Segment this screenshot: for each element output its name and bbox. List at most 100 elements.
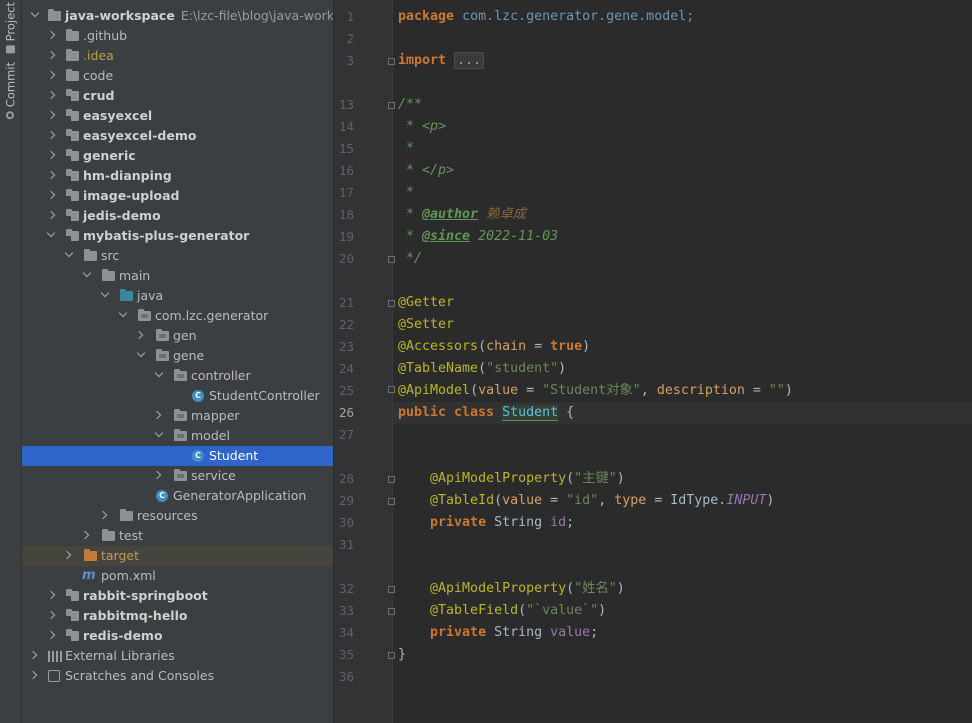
expand-arrow-icon[interactable] [46, 70, 56, 80]
tree-item-target[interactable]: target [22, 546, 333, 566]
tree-item-jedis-demo[interactable]: jedis-demo [22, 206, 333, 226]
expand-arrow-icon[interactable] [28, 670, 38, 680]
code-line-17: * [398, 185, 415, 200]
expand-arrow-icon[interactable] [152, 470, 162, 480]
tree-item-service[interactable]: service [22, 466, 333, 486]
expand-arrow-icon[interactable] [118, 308, 128, 318]
tree-item-easyexcel[interactable]: easyexcel [22, 106, 333, 126]
folder-icon [66, 49, 79, 61]
tree-item-student[interactable]: C Student [22, 446, 333, 466]
expand-arrow-icon[interactable] [30, 8, 40, 18]
fold-marker-icon[interactable] [388, 256, 395, 263]
tree-item-generator-application[interactable]: C GeneratorApplication [22, 486, 333, 506]
expand-arrow-icon[interactable] [82, 268, 92, 278]
tree-item-test[interactable]: test [22, 526, 333, 546]
fold-marker-icon[interactable] [388, 498, 395, 505]
expand-arrow-icon[interactable] [136, 348, 146, 358]
tree-item-label: StudentController [209, 388, 320, 403]
tree-item-label: image-upload [83, 188, 180, 203]
expand-arrow-icon[interactable] [154, 368, 164, 378]
module-folder-icon [66, 129, 79, 141]
tree-item-controller[interactable]: controller [22, 366, 333, 386]
expand-arrow-icon[interactable] [46, 110, 56, 120]
tree-root[interactable]: java-workspace E:\lzc-file\blog\java-work… [22, 6, 333, 26]
tree-item-rabbit-springboot[interactable]: rabbit-springboot [22, 586, 333, 606]
code-line-33: @TableField("`value`") [430, 603, 607, 618]
tree-item-mybatis-plus-generator[interactable]: mybatis-plus-generator [22, 226, 333, 246]
fold-marker-icon[interactable] [388, 102, 395, 109]
code-line-24: @TableName("student") [398, 361, 567, 376]
tree-item-code[interactable]: code [22, 66, 333, 86]
fold-marker-icon[interactable] [388, 476, 395, 483]
tree-item-main[interactable]: main [22, 266, 333, 286]
class-name-identifier[interactable]: Student [502, 405, 559, 421]
expand-arrow-icon[interactable] [46, 228, 56, 238]
expand-arrow-icon[interactable] [28, 650, 38, 660]
tree-item-resources[interactable]: resources [22, 506, 333, 526]
tree-item-github[interactable]: .github [22, 26, 333, 46]
line-number: 22 [338, 317, 354, 332]
expand-arrow-icon[interactable] [46, 30, 56, 40]
package-icon [174, 469, 187, 481]
tree-item-student-controller[interactable]: C StudentController [22, 386, 333, 406]
expand-arrow-icon[interactable] [46, 90, 56, 100]
expand-arrow-icon[interactable] [46, 130, 56, 140]
commit-tool-tab[interactable]: Commit [2, 62, 19, 120]
fold-marker-icon[interactable] [388, 58, 395, 65]
line-number: 20 [338, 251, 354, 266]
fold-marker-icon[interactable] [388, 300, 395, 307]
tree-item-rabbitmq-hello[interactable]: rabbitmq-hello [22, 606, 333, 626]
tree-item-java[interactable]: java [22, 286, 333, 306]
folder-icon [6, 45, 15, 54]
expand-arrow-icon[interactable] [100, 288, 110, 298]
tree-item-crud[interactable]: crud [22, 86, 333, 106]
expand-arrow-icon[interactable] [46, 170, 56, 180]
tree-item-label: hm-dianping [83, 168, 172, 183]
expand-arrow-icon[interactable] [46, 590, 56, 600]
folder-icon [48, 9, 61, 21]
project-tool-tab[interactable]: Project [2, 2, 19, 54]
expand-arrow-icon[interactable] [134, 330, 144, 340]
tree-item-label: gene [173, 348, 205, 363]
tree-item-external-libraries[interactable]: External Libraries [22, 646, 333, 666]
tree-item-redis-demo[interactable]: redis-demo [22, 626, 333, 646]
expand-arrow-icon[interactable] [46, 610, 56, 620]
line-number: 23 [338, 339, 354, 354]
tree-item-gen[interactable]: gen [22, 326, 333, 346]
package-icon [138, 309, 151, 321]
commit-icon [6, 111, 15, 120]
tree-item-hm-dianping[interactable]: hm-dianping [22, 166, 333, 186]
expand-arrow-icon[interactable] [62, 550, 72, 560]
tree-item-generic[interactable]: generic [22, 146, 333, 166]
tree-item-gene[interactable]: gene [22, 346, 333, 366]
expand-arrow-icon[interactable] [46, 50, 56, 60]
expand-arrow-icon[interactable] [80, 530, 90, 540]
fold-marker-icon[interactable] [388, 386, 395, 393]
expand-arrow-icon[interactable] [152, 410, 162, 420]
fold-marker-icon[interactable] [388, 652, 395, 659]
fold-marker-icon[interactable] [388, 586, 395, 593]
expand-arrow-icon[interactable] [64, 248, 74, 258]
fold-marker-icon[interactable] [388, 608, 395, 615]
expand-arrow-icon[interactable] [154, 428, 164, 438]
tree-item-pom-xml[interactable]: m pom.xml [22, 566, 333, 586]
tree-item-mapper[interactable]: mapper [22, 406, 333, 426]
tree-item-idea[interactable]: .idea [22, 46, 333, 66]
expand-arrow-icon[interactable] [98, 510, 108, 520]
tree-item-com-lzc-generator[interactable]: com.lzc.generator [22, 306, 333, 326]
expand-arrow-icon[interactable] [46, 150, 56, 160]
import-fold-button[interactable]: ... [454, 52, 485, 69]
tree-item-easyexcel-demo[interactable]: easyexcel-demo [22, 126, 333, 146]
project-tree[interactable]: java-workspace E:\lzc-file\blog\java-work… [22, 0, 333, 723]
tree-item-model[interactable]: model [22, 426, 333, 446]
expand-arrow-icon[interactable] [46, 190, 56, 200]
line-number: 35 [338, 647, 354, 662]
expand-arrow-icon[interactable] [46, 210, 56, 220]
tree-item-label: easyexcel-demo [83, 128, 197, 143]
expand-arrow-icon[interactable] [46, 630, 56, 640]
code-editor[interactable]: 1 2 3 13 14 15 16 17 18 19 20 21 22 23 2… [334, 0, 972, 723]
tree-item-image-upload[interactable]: image-upload [22, 186, 333, 206]
tree-item-scratches[interactable]: Scratches and Consoles [22, 666, 333, 686]
tree-item-label: java [137, 288, 164, 303]
tree-item-src[interactable]: src [22, 246, 333, 266]
